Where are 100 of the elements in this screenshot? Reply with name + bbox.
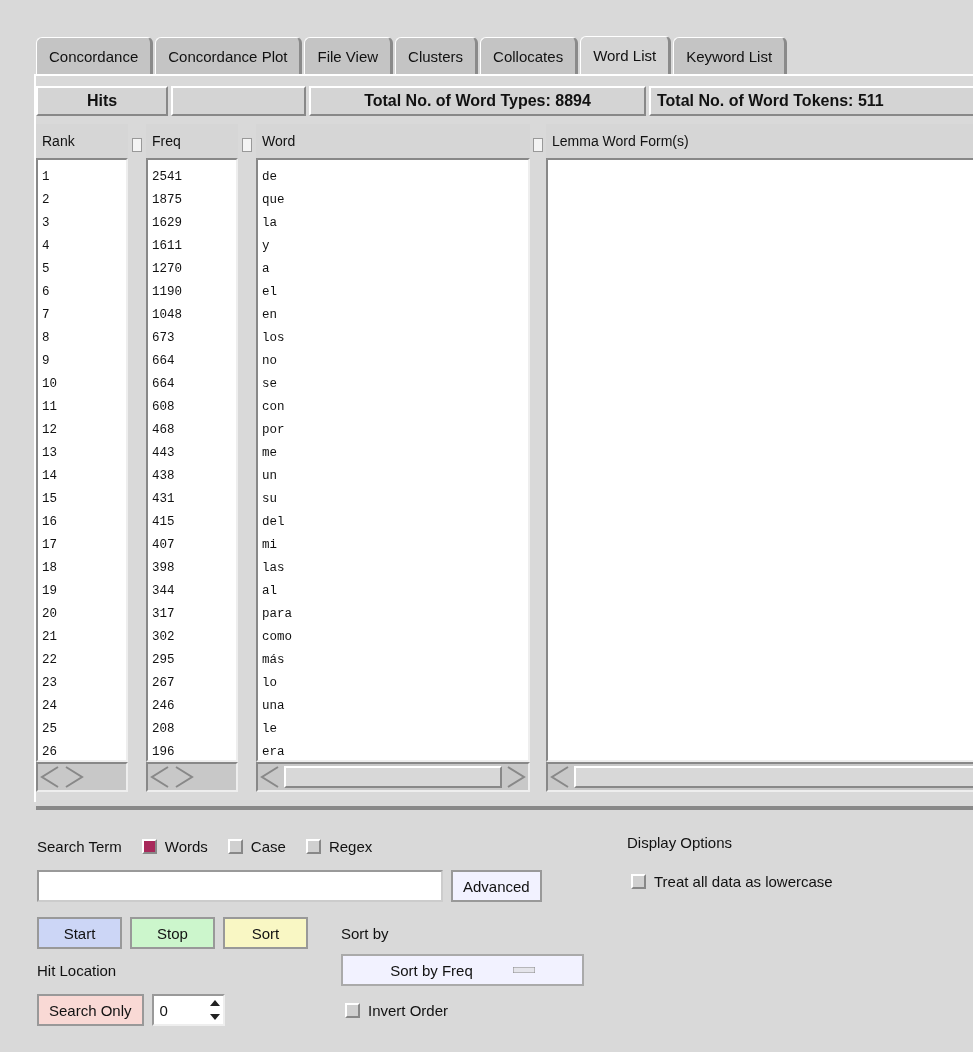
table-cell-text: el (262, 284, 278, 301)
splitter-handle[interactable] (132, 138, 142, 152)
splitter-handle[interactable] (533, 138, 543, 152)
start-button[interactable]: Start (37, 917, 122, 949)
tab[interactable]: Concordance Plot (155, 37, 303, 74)
table-cell-text: 1270 (152, 261, 183, 278)
sort-by-label: Sort by (341, 924, 390, 942)
table-cell-text: le (262, 721, 278, 738)
table-cell-text: 26 (42, 744, 58, 760)
table-cell-text: 2 (42, 192, 51, 209)
table-cell-text: con (262, 399, 286, 416)
table-cell-text: las (262, 560, 286, 577)
scrollbar[interactable] (36, 762, 128, 792)
table-cell-text: 398 (152, 560, 176, 577)
checkbox-label: Invert Order (368, 1001, 449, 1019)
tab[interactable]: Collocates (480, 37, 579, 74)
table-cell-text: 1611 (152, 238, 183, 255)
hit-location-label: Hit Location (37, 961, 118, 979)
table-cell-text: 1 (42, 169, 51, 186)
spinner-field[interactable]: 0 (151, 994, 225, 1026)
table-cell-text: 295 (152, 652, 176, 669)
table-cell-text: su (262, 491, 278, 508)
checkbox[interactable] (631, 873, 646, 889)
search-term-label: Search Term (37, 837, 122, 855)
checkbox-label: Case (250, 837, 286, 855)
table-cell-text: 18 (42, 560, 58, 577)
checkbox[interactable] (141, 838, 157, 854)
stop-button[interactable]: Stop (130, 917, 215, 949)
table-cell-text: 407 (152, 537, 176, 554)
table-cell-text: un (262, 468, 278, 485)
tab[interactable]: File View (304, 37, 394, 74)
table-cell-text: 344 (152, 583, 176, 600)
search-only-button[interactable]: Search Only (37, 994, 144, 1026)
table-cell-text: una (262, 698, 286, 715)
splitter-handle[interactable] (242, 138, 252, 152)
table-cell-text: al (262, 583, 278, 600)
table-cell-text: y (262, 238, 271, 255)
table-cell-text: por (262, 422, 286, 439)
table-cell-text: 415 (152, 514, 176, 531)
dropdown-icon (512, 967, 535, 973)
table-cell-text: 208 (152, 721, 176, 738)
table-cell-text: de (262, 169, 278, 186)
search-field[interactable] (37, 870, 443, 902)
table-cell-text: 664 (152, 376, 176, 393)
scroll-thumb[interactable] (284, 766, 502, 788)
table-cell-text: 664 (152, 353, 176, 370)
table-cell-text: 4 (42, 238, 51, 255)
hits-header: Hits (36, 86, 168, 116)
table-cell-text: 468 (152, 422, 176, 439)
checkbox[interactable] (305, 838, 321, 854)
table-cell-text: en (262, 307, 278, 324)
table-cell-text: no (262, 353, 278, 370)
scrollbar[interactable] (146, 762, 238, 792)
table-cell-text: 15 (42, 491, 58, 508)
table-cell-text: 8 (42, 330, 51, 347)
table-cell-text: mi (262, 537, 278, 554)
table-cell-text: 24 (42, 698, 58, 715)
checkbox-label: Words (164, 837, 208, 855)
table-cell-text: 5 (42, 261, 51, 278)
table-cell-text: los (262, 330, 286, 347)
table-cell-text: 438 (152, 468, 176, 485)
table-cell-text: era (262, 744, 286, 760)
tab[interactable]: Concordance (36, 37, 154, 74)
table-cell-text: 3 (42, 215, 51, 232)
table-cell-text: 431 (152, 491, 176, 508)
table-cell-text: como (262, 629, 293, 646)
table-cell-text: 2541 (152, 169, 183, 186)
table-cell-text: se (262, 376, 278, 393)
table-cell-text: la (262, 215, 278, 232)
table-cell-text: 22 (42, 652, 58, 669)
scrollbar[interactable] (546, 762, 973, 792)
table-cell-text: 246 (152, 698, 176, 715)
table-cell-text: 19 (42, 583, 58, 600)
table-cell-text: 1190 (152, 284, 183, 301)
table-cell-text: lo (262, 675, 278, 692)
table-cell-text: 20 (42, 606, 58, 623)
table-cell-text: más (262, 652, 286, 669)
tab[interactable]: Keyword List (673, 37, 788, 74)
scrollbar[interactable] (256, 762, 530, 792)
table-cell-text: 608 (152, 399, 176, 416)
sort-button[interactable]: Sort (223, 917, 308, 949)
checkbox-label: Treat all data as lowercase (654, 872, 833, 890)
table-cell-text: 673 (152, 330, 176, 347)
tab[interactable]: Word List (580, 36, 672, 74)
table-cell-text: 7 (42, 307, 51, 324)
table-cell-text: 1048 (152, 307, 183, 324)
checkbox[interactable] (345, 1002, 360, 1018)
sort-dropdown[interactable]: Sort by Freq (341, 954, 584, 986)
table-cell-text: me (262, 445, 278, 462)
checkbox[interactable] (227, 838, 243, 854)
advanced-button[interactable]: Advanced (451, 870, 542, 902)
table-cell-text: 13 (42, 445, 58, 462)
table-cell-text: 302 (152, 629, 176, 646)
table-cell-text: que (262, 192, 286, 209)
word-tokens-header: Total No. of Word Tokens: 511 (649, 86, 973, 116)
table-cell-text: 17 (42, 537, 58, 554)
table-cell-text: 23 (42, 675, 58, 692)
table-cell-text: 443 (152, 445, 176, 462)
tab[interactable]: Clusters (395, 37, 479, 74)
scroll-thumb[interactable] (574, 766, 973, 788)
